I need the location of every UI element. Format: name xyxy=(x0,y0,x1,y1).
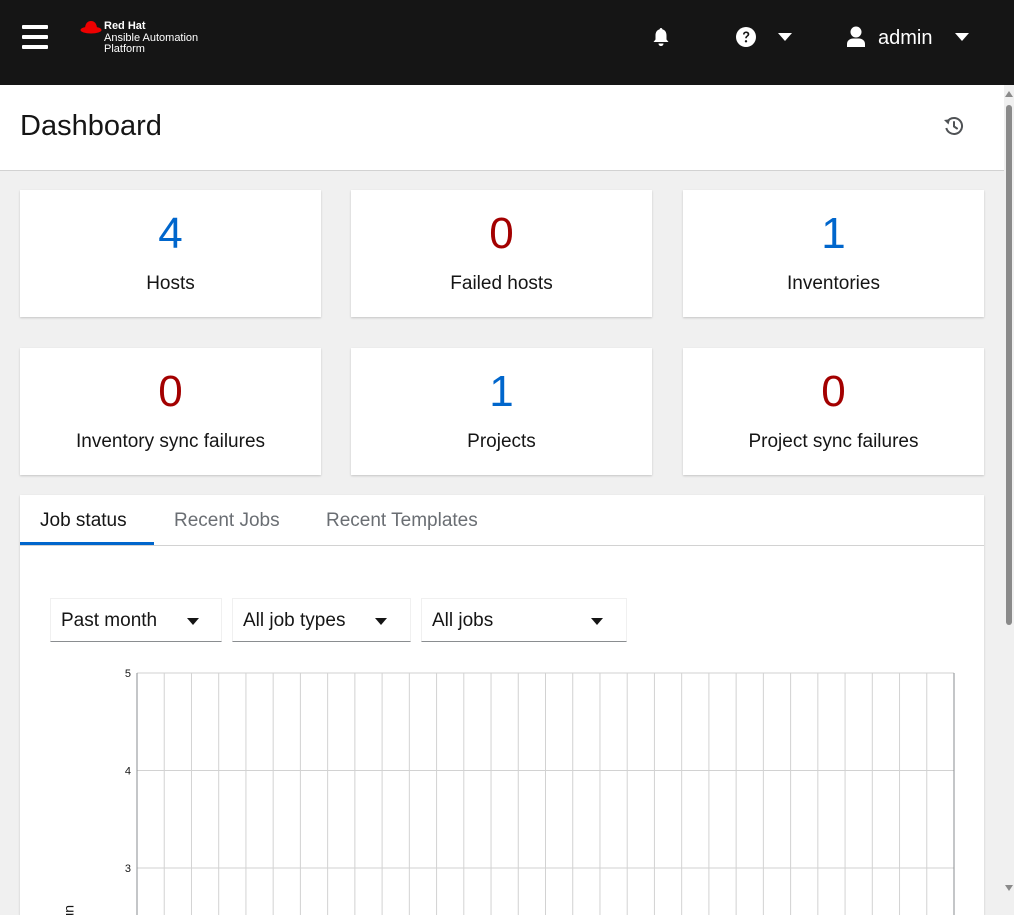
page-scrollbar[interactable] xyxy=(1004,85,1014,903)
jobs-select[interactable]: All jobs xyxy=(421,598,627,642)
job-status-chart: 5 4 3 uns xyxy=(63,668,955,915)
help-caret-down-icon[interactable] xyxy=(778,33,792,41)
stat-value: 0 xyxy=(489,209,514,258)
scroll-up-arrow-icon[interactable] xyxy=(1005,91,1013,97)
stat-value: 4 xyxy=(158,209,183,258)
stat-value: 1 xyxy=(489,367,514,416)
scroll-down-arrow-icon[interactable] xyxy=(1005,885,1013,891)
stat-card-inventories[interactable]: 1 Inventories xyxy=(683,190,984,317)
brand-line-1: Red Hat xyxy=(104,20,146,32)
chart-y-tick-label: 5 xyxy=(125,668,131,680)
tab-job-status[interactable]: Job status xyxy=(40,510,127,532)
scroll-thumb[interactable] xyxy=(1006,105,1012,625)
stat-label: Hosts xyxy=(146,273,195,294)
red-hat-logo-icon xyxy=(80,21,102,34)
stat-label: Project sync failures xyxy=(748,431,919,452)
stat-label: Failed hosts xyxy=(450,273,553,294)
stat-card-inventory-sync-failures[interactable]: 0 Inventory sync failures xyxy=(20,348,321,475)
dashboard-tabs-panel: Job status Recent Jobs Recent Templates … xyxy=(20,495,984,915)
stat-label: Inventory sync failures xyxy=(75,431,266,452)
hamburger-icon[interactable] xyxy=(22,25,48,49)
tab-recent-jobs[interactable]: Recent Jobs xyxy=(174,510,280,532)
bell-icon[interactable] xyxy=(651,27,671,47)
tab-recent-templates[interactable]: Recent Templates xyxy=(326,510,478,532)
tab-list: Job status Recent Jobs Recent Templates xyxy=(20,495,984,546)
chart-y-tick-label: 3 xyxy=(125,863,131,875)
caret-down-icon xyxy=(375,618,387,625)
stat-value: 0 xyxy=(158,367,183,416)
caret-down-icon xyxy=(187,618,199,625)
caret-down-icon xyxy=(591,618,603,625)
jobs-select-value: All jobs xyxy=(432,610,494,631)
period-select[interactable]: Past month xyxy=(50,598,222,642)
job-type-select[interactable]: All job types xyxy=(232,598,411,642)
masthead: Red Hat Ansible Automation Platform admi… xyxy=(0,0,1014,85)
stat-label: Inventories xyxy=(787,273,880,294)
user-icon[interactable] xyxy=(846,26,866,48)
stat-label: Projects xyxy=(467,431,536,452)
chart-y-axis-label: uns xyxy=(63,905,79,915)
page-header: Dashboard xyxy=(0,85,1004,171)
stat-value: 0 xyxy=(821,367,846,416)
history-icon[interactable] xyxy=(943,115,965,137)
period-select-value: Past month xyxy=(61,610,158,631)
question-circle-icon[interactable] xyxy=(736,27,756,47)
user-caret-down-icon[interactable] xyxy=(955,33,969,41)
job-type-select-value: All job types xyxy=(243,610,346,631)
stat-card-hosts[interactable]: 4 Hosts xyxy=(20,190,321,317)
brand-line-3: Platform xyxy=(104,43,145,55)
stat-card-projects[interactable]: 1 Projects xyxy=(351,348,652,475)
stat-card-failed-hosts[interactable]: 0 Failed hosts xyxy=(351,190,652,317)
user-menu-toggle[interactable]: admin xyxy=(878,27,932,50)
stat-card-project-sync-failures[interactable]: 0 Project sync failures xyxy=(683,348,984,475)
page-title: Dashboard xyxy=(20,110,162,142)
stat-value: 1 xyxy=(821,209,846,258)
active-tab-indicator xyxy=(20,542,154,545)
chart-y-tick-label: 4 xyxy=(125,766,131,778)
